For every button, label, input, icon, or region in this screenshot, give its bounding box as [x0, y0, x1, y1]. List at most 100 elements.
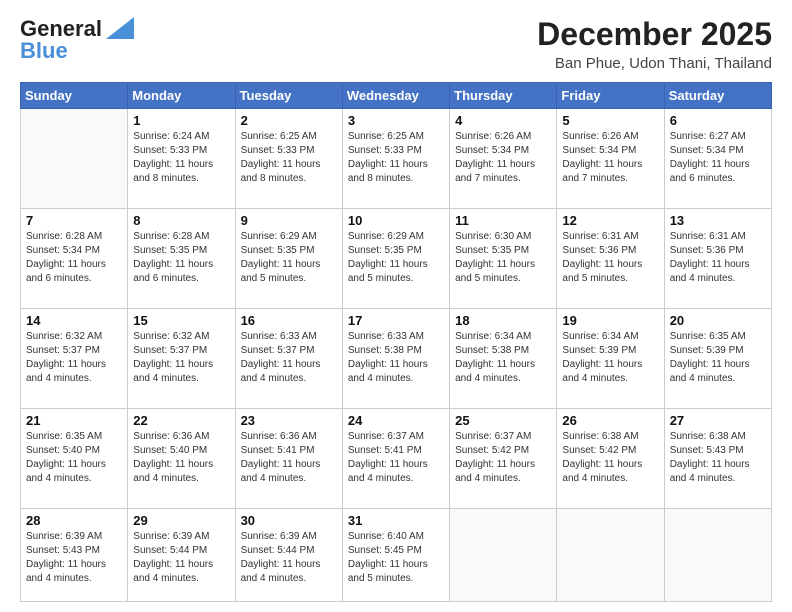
- col-header-tuesday: Tuesday: [235, 83, 342, 109]
- cell-info: Sunrise: 6:33 AMSunset: 5:38 PMDaylight:…: [348, 330, 444, 386]
- cell-info: Sunrise: 6:39 AMSunset: 5:43 PMDaylight:…: [26, 530, 122, 586]
- day-number: 30: [241, 513, 337, 528]
- cell-info: Sunrise: 6:38 AMSunset: 5:43 PMDaylight:…: [670, 430, 766, 486]
- day-number: 4: [455, 113, 551, 128]
- cell-info: Sunrise: 6:32 AMSunset: 5:37 PMDaylight:…: [133, 330, 229, 386]
- cell-info: Sunrise: 6:39 AMSunset: 5:44 PMDaylight:…: [241, 530, 337, 586]
- calendar-cell: [557, 508, 664, 601]
- calendar-cell: 9 Sunrise: 6:29 AMSunset: 5:35 PMDaylight…: [235, 208, 342, 308]
- calendar-cell: 27 Sunrise: 6:38 AMSunset: 5:43 PMDayligh…: [664, 408, 771, 508]
- col-header-wednesday: Wednesday: [342, 83, 449, 109]
- day-number: 21: [26, 413, 122, 428]
- cell-info: Sunrise: 6:27 AMSunset: 5:34 PMDaylight:…: [670, 130, 766, 186]
- day-number: 10: [348, 213, 444, 228]
- cell-info: Sunrise: 6:37 AMSunset: 5:42 PMDaylight:…: [455, 430, 551, 486]
- logo-blue: Blue: [20, 38, 68, 64]
- calendar-cell: 31 Sunrise: 6:40 AMSunset: 5:45 PMDayligh…: [342, 508, 449, 601]
- calendar-cell: 3 Sunrise: 6:25 AMSunset: 5:33 PMDaylight…: [342, 109, 449, 209]
- logo-icon: [106, 17, 134, 39]
- cell-info: Sunrise: 6:31 AMSunset: 5:36 PMDaylight:…: [562, 230, 658, 286]
- day-number: 7: [26, 213, 122, 228]
- day-number: 27: [670, 413, 766, 428]
- calendar-table: SundayMondayTuesdayWednesdayThursdayFrid…: [20, 82, 772, 602]
- cell-info: Sunrise: 6:36 AMSunset: 5:40 PMDaylight:…: [133, 430, 229, 486]
- day-number: 26: [562, 413, 658, 428]
- col-header-friday: Friday: [557, 83, 664, 109]
- cell-info: Sunrise: 6:37 AMSunset: 5:41 PMDaylight:…: [348, 430, 444, 486]
- cell-info: Sunrise: 6:38 AMSunset: 5:42 PMDaylight:…: [562, 430, 658, 486]
- cell-info: Sunrise: 6:34 AMSunset: 5:39 PMDaylight:…: [562, 330, 658, 386]
- cell-info: Sunrise: 6:29 AMSunset: 5:35 PMDaylight:…: [241, 230, 337, 286]
- calendar-week-3: 14 Sunrise: 6:32 AMSunset: 5:37 PMDayligh…: [21, 308, 772, 408]
- calendar-cell: 25 Sunrise: 6:37 AMSunset: 5:42 PMDayligh…: [450, 408, 557, 508]
- calendar-cell: 17 Sunrise: 6:33 AMSunset: 5:38 PMDayligh…: [342, 308, 449, 408]
- calendar-cell: 16 Sunrise: 6:33 AMSunset: 5:37 PMDayligh…: [235, 308, 342, 408]
- calendar-cell: 23Sunrise: 6:36 AMSunset: 5:41 PMDayligh…: [235, 408, 342, 508]
- day-number: 15: [133, 313, 229, 328]
- cell-info: Sunrise: 6:28 AMSunset: 5:35 PMDaylight:…: [133, 230, 229, 286]
- calendar-cell: 8 Sunrise: 6:28 AMSunset: 5:35 PMDaylight…: [128, 208, 235, 308]
- calendar-cell: 21Sunrise: 6:35 AMSunset: 5:40 PMDayligh…: [21, 408, 128, 508]
- day-number: 18: [455, 313, 551, 328]
- header: General Blue December 2025 Ban Phue, Udo…: [20, 16, 772, 72]
- calendar-cell: 24 Sunrise: 6:37 AMSunset: 5:41 PMDayligh…: [342, 408, 449, 508]
- day-number: 5: [562, 113, 658, 128]
- day-number: 1: [133, 113, 229, 128]
- title-block: December 2025 Ban Phue, Udon Thani, Thai…: [537, 16, 772, 72]
- day-number: 9: [241, 213, 337, 228]
- calendar-cell: 22 Sunrise: 6:36 AMSunset: 5:40 PMDayligh…: [128, 408, 235, 508]
- calendar-cell: 5Sunrise: 6:26 AMSunset: 5:34 PMDaylight…: [557, 109, 664, 209]
- day-number: 29: [133, 513, 229, 528]
- day-number: 14: [26, 313, 122, 328]
- day-number: 13: [670, 213, 766, 228]
- col-header-thursday: Thursday: [450, 83, 557, 109]
- day-number: 3: [348, 113, 444, 128]
- calendar-cell: 29 Sunrise: 6:39 AMSunset: 5:44 PMDayligh…: [128, 508, 235, 601]
- calendar-week-1: 1Sunrise: 6:24 AMSunset: 5:33 PMDaylight…: [21, 109, 772, 209]
- cell-info: Sunrise: 6:32 AMSunset: 5:37 PMDaylight:…: [26, 330, 122, 386]
- calendar-cell: 13 Sunrise: 6:31 AMSunset: 5:36 PMDayligh…: [664, 208, 771, 308]
- calendar-cell: 18Sunrise: 6:34 AMSunset: 5:38 PMDayligh…: [450, 308, 557, 408]
- calendar-cell: 28Sunrise: 6:39 AMSunset: 5:43 PMDayligh…: [21, 508, 128, 601]
- col-header-saturday: Saturday: [664, 83, 771, 109]
- cell-info: Sunrise: 6:26 AMSunset: 5:34 PMDaylight:…: [455, 130, 551, 186]
- day-number: 31: [348, 513, 444, 528]
- calendar-cell: 10 Sunrise: 6:29 AMSunset: 5:35 PMDayligh…: [342, 208, 449, 308]
- day-number: 25: [455, 413, 551, 428]
- day-number: 20: [670, 313, 766, 328]
- cell-info: Sunrise: 6:35 AMSunset: 5:39 PMDaylight:…: [670, 330, 766, 386]
- day-number: 8: [133, 213, 229, 228]
- day-number: 16: [241, 313, 337, 328]
- calendar-cell: [664, 508, 771, 601]
- day-number: 6: [670, 113, 766, 128]
- logo: General Blue: [20, 16, 134, 64]
- month-title: December 2025: [537, 16, 772, 53]
- calendar-week-5: 28Sunrise: 6:39 AMSunset: 5:43 PMDayligh…: [21, 508, 772, 601]
- day-number: 24: [348, 413, 444, 428]
- cell-info: Sunrise: 6:39 AMSunset: 5:44 PMDaylight:…: [133, 530, 229, 586]
- day-number: 23: [241, 413, 337, 428]
- day-number: 12: [562, 213, 658, 228]
- calendar-cell: 1Sunrise: 6:24 AMSunset: 5:33 PMDaylight…: [128, 109, 235, 209]
- calendar-cell: 2Sunrise: 6:25 AMSunset: 5:33 PMDaylight…: [235, 109, 342, 209]
- cell-info: Sunrise: 6:25 AMSunset: 5:33 PMDaylight:…: [348, 130, 444, 186]
- cell-info: Sunrise: 6:40 AMSunset: 5:45 PMDaylight:…: [348, 530, 444, 586]
- day-number: 11: [455, 213, 551, 228]
- calendar-cell: [21, 109, 128, 209]
- calendar-cell: 6 Sunrise: 6:27 AMSunset: 5:34 PMDaylight…: [664, 109, 771, 209]
- cell-info: Sunrise: 6:33 AMSunset: 5:37 PMDaylight:…: [241, 330, 337, 386]
- calendar-header-row: SundayMondayTuesdayWednesdayThursdayFrid…: [21, 83, 772, 109]
- calendar-cell: 12 Sunrise: 6:31 AMSunset: 5:36 PMDayligh…: [557, 208, 664, 308]
- day-number: 22: [133, 413, 229, 428]
- calendar-cell: 7Sunrise: 6:28 AMSunset: 5:34 PMDaylight…: [21, 208, 128, 308]
- day-number: 17: [348, 313, 444, 328]
- calendar-cell: 14 Sunrise: 6:32 AMSunset: 5:37 PMDayligh…: [21, 308, 128, 408]
- cell-info: Sunrise: 6:29 AMSunset: 5:35 PMDaylight:…: [348, 230, 444, 286]
- cell-info: Sunrise: 6:25 AMSunset: 5:33 PMDaylight:…: [241, 130, 337, 186]
- calendar-week-2: 7Sunrise: 6:28 AMSunset: 5:34 PMDaylight…: [21, 208, 772, 308]
- calendar-cell: 20 Sunrise: 6:35 AMSunset: 5:39 PMDayligh…: [664, 308, 771, 408]
- col-header-monday: Monday: [128, 83, 235, 109]
- location: Ban Phue, Udon Thani, Thailand: [537, 55, 772, 72]
- col-header-sunday: Sunday: [21, 83, 128, 109]
- cell-info: Sunrise: 6:31 AMSunset: 5:36 PMDaylight:…: [670, 230, 766, 286]
